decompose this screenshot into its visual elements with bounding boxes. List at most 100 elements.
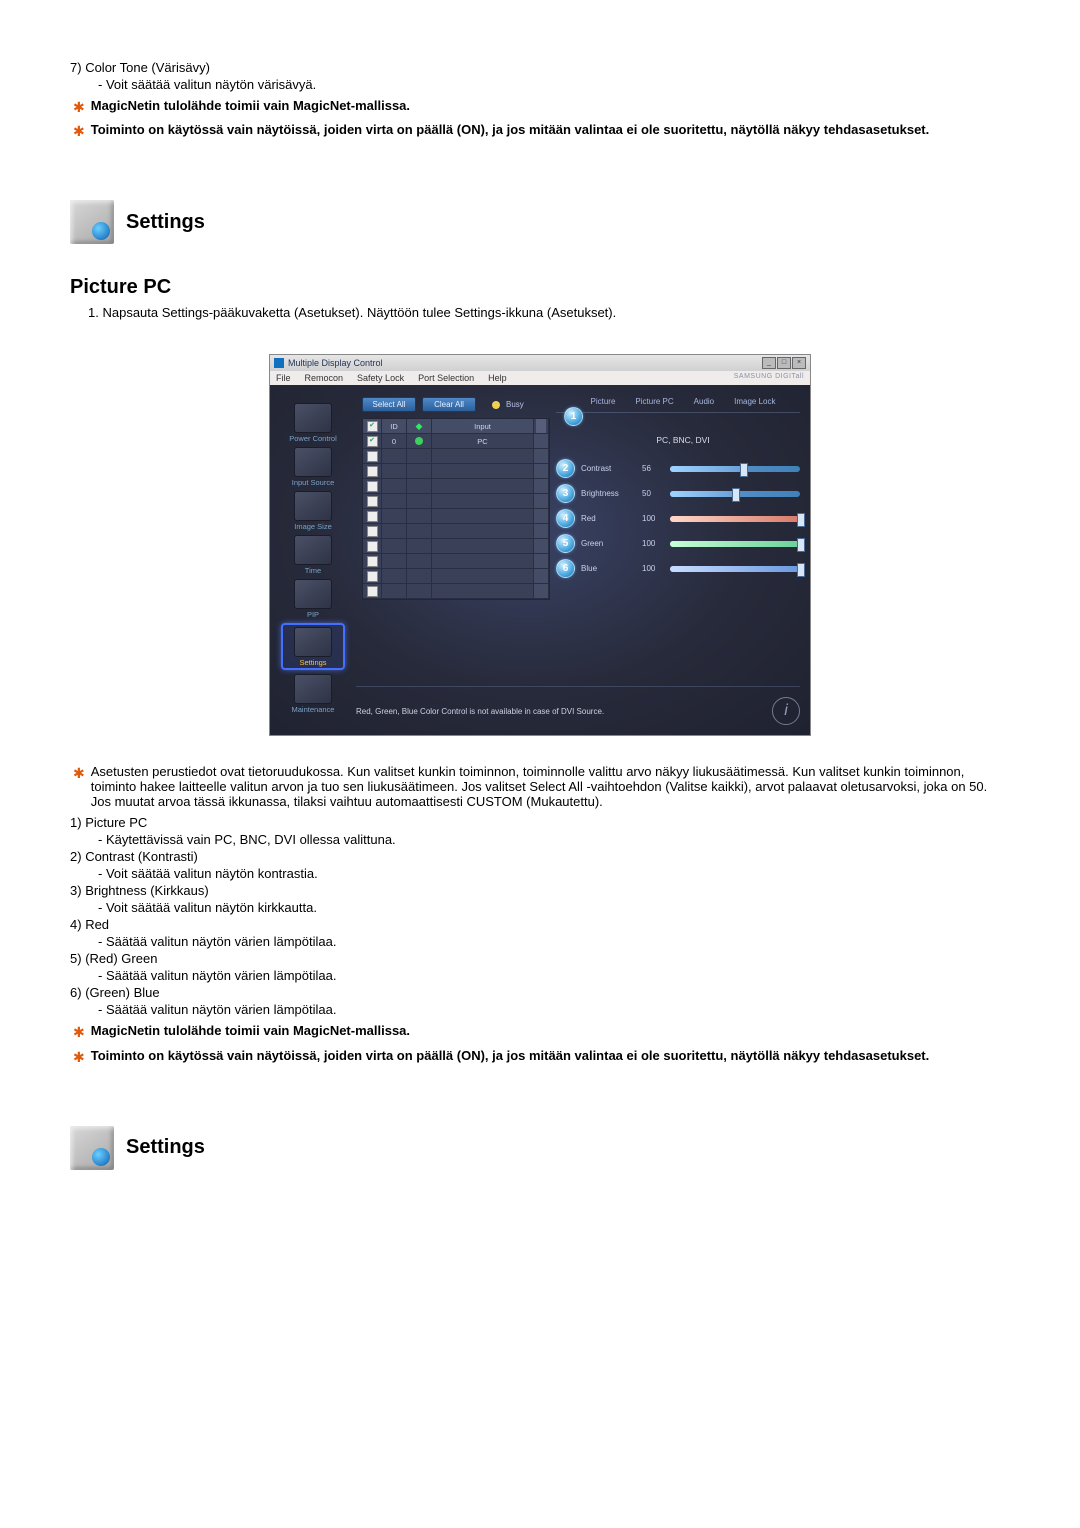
circle-6: 6 xyxy=(556,559,575,578)
slider-track[interactable] xyxy=(670,466,800,472)
slider-label: Green xyxy=(581,539,636,548)
menu-remocon[interactable]: Remocon xyxy=(305,373,344,383)
maximize-button[interactable]: □ xyxy=(777,357,791,369)
slider-handle[interactable] xyxy=(797,538,805,552)
grid-header-id: ID xyxy=(382,419,407,433)
close-button[interactable]: × xyxy=(792,357,806,369)
grid-row[interactable]: 0 PC xyxy=(363,434,549,449)
slider-green[interactable]: 5 Green 100 xyxy=(556,534,800,553)
brand-label: SAMSUNG DIGITall xyxy=(734,373,804,380)
window-titlebar[interactable]: Multiple Display Control _ □ × xyxy=(270,355,810,371)
menu-help[interactable]: Help xyxy=(488,373,507,383)
nav-time[interactable]: Time xyxy=(285,535,341,575)
nav-settings[interactable]: Settings xyxy=(281,623,345,670)
nav-input-source[interactable]: Input Source xyxy=(285,447,341,487)
divider xyxy=(556,412,800,413)
clock-icon xyxy=(294,535,332,565)
slider-handle[interactable] xyxy=(740,463,748,477)
slider-track[interactable] xyxy=(670,541,800,547)
tab-audio[interactable]: Audio xyxy=(694,397,714,406)
list-item: 4) Red- Säätää valitun näytön värien läm… xyxy=(70,917,1010,949)
circle-5: 5 xyxy=(556,534,575,553)
menu-safetylock[interactable]: Safety Lock xyxy=(357,373,404,383)
row-checkbox[interactable] xyxy=(367,586,378,597)
slider-red[interactable]: 4Red100 xyxy=(556,509,800,528)
left-nav: Power Control Input Source Image Size Ti… xyxy=(270,385,356,735)
row-id: 0 xyxy=(382,434,407,448)
item7-title: Color Tone (Värisävy) xyxy=(85,60,210,75)
source-icon xyxy=(294,447,332,477)
menu-file[interactable]: File xyxy=(276,373,291,383)
scrollbar[interactable] xyxy=(534,419,549,433)
circle-4: 4 xyxy=(556,509,575,528)
status-header-icon: ◆ xyxy=(416,421,423,432)
slider-handle[interactable] xyxy=(797,513,805,527)
sliders: 2Contrast56 3 Brightness 50 4 Red 100 5 Green 100… xyxy=(556,459,810,578)
menu-portselection[interactable]: Port Selection xyxy=(418,373,474,383)
row-checkbox[interactable] xyxy=(367,436,378,447)
list-item: 6) (Green) Blue- Säätää valitun näytön v… xyxy=(70,985,1010,1017)
star-icon: ✱ xyxy=(73,764,85,782)
tab-picture[interactable]: Picture xyxy=(591,397,616,406)
slider-value: 100 xyxy=(642,564,664,573)
list-item: 5) (Red) Green- Säätää valitun näytön vä… xyxy=(70,951,1010,983)
nav-pip[interactable]: PIP xyxy=(285,579,341,619)
cube-icon xyxy=(294,403,332,433)
slider-handle[interactable] xyxy=(797,563,805,577)
circle-1-marker: 1 xyxy=(564,407,583,426)
slider-track[interactable] xyxy=(670,491,800,497)
display-grid: ID ◆ Input 0 PC xyxy=(362,418,550,600)
app-icon xyxy=(274,358,284,368)
row-checkbox[interactable] xyxy=(367,511,378,522)
clear-all-button[interactable]: Clear All xyxy=(422,397,476,412)
row-checkbox[interactable] xyxy=(367,556,378,567)
note-text: Red, Green, Blue Color Control is not av… xyxy=(356,707,604,716)
intro-item7: 7) Color Tone (Värisävy) - Voit säätää v… xyxy=(70,60,1010,92)
minimize-button[interactable]: _ xyxy=(762,357,776,369)
slider-track[interactable] xyxy=(670,566,800,572)
source-label: PC, BNC, DVI xyxy=(556,435,810,445)
circle-3: 3 xyxy=(556,484,575,503)
intro-star2: ✱ Toiminto on käytössä vain näytöissä, j… xyxy=(70,122,1010,140)
slider-handle[interactable] xyxy=(732,488,740,502)
status-dot-icon xyxy=(415,437,423,445)
slider-brightness[interactable]: 3 Brightness 50 xyxy=(556,484,800,503)
below-starC: ✱ Toiminto on käytössä vain näytöissä, j… xyxy=(70,1048,1010,1066)
row-checkbox[interactable] xyxy=(367,541,378,552)
busy-dot-icon xyxy=(492,401,500,409)
slider-value: 100 xyxy=(642,539,664,548)
nav-maintenance[interactable]: Maintenance xyxy=(285,674,341,714)
maintenance-icon xyxy=(294,674,332,704)
slider-label: Red xyxy=(581,514,636,523)
slider-track[interactable] xyxy=(670,516,800,522)
slider-blue[interactable]: 6 Blue 100 xyxy=(556,559,800,578)
star-icon: ✱ xyxy=(73,98,85,116)
slider-label: Brightness xyxy=(581,489,636,498)
row-checkbox[interactable] xyxy=(367,571,378,582)
row-checkbox[interactable] xyxy=(367,526,378,537)
nav-image-size[interactable]: Image Size xyxy=(285,491,341,531)
list-item: 1) Picture PC- Käytettävissä vain PC, BN… xyxy=(70,815,1010,847)
settings-header-1: Settings xyxy=(70,200,1010,244)
select-all-button[interactable]: Select All xyxy=(362,397,416,412)
slider-value: 56 xyxy=(642,464,664,473)
row-checkbox[interactable] xyxy=(367,451,378,462)
window-title: Multiple Display Control xyxy=(288,358,383,368)
row-checkbox[interactable] xyxy=(367,481,378,492)
star-icon: ✱ xyxy=(73,1023,85,1041)
slider-value: 50 xyxy=(642,489,664,498)
slider-contrast[interactable]: 2Contrast56 xyxy=(556,459,800,478)
tab-picture-pc[interactable]: Picture PC xyxy=(635,397,673,406)
row-checkbox[interactable] xyxy=(367,496,378,507)
item7-num: 7) xyxy=(70,60,82,75)
multiple-display-control-window: Multiple Display Control _ □ × File Remo… xyxy=(269,354,811,736)
tab-image-lock[interactable]: Image Lock xyxy=(734,397,775,406)
note-bar: Red, Green, Blue Color Control is not av… xyxy=(356,686,800,725)
grid-header-check[interactable] xyxy=(363,419,382,433)
slider-label: Blue xyxy=(581,564,636,573)
imagesize-icon xyxy=(294,491,332,521)
checkbox-icon[interactable] xyxy=(367,421,378,432)
row-checkbox[interactable] xyxy=(367,466,378,477)
nav-power-control[interactable]: Power Control xyxy=(285,403,341,443)
center-column: Select All Clear All Busy ID ◆ Input 0 P xyxy=(356,385,556,735)
